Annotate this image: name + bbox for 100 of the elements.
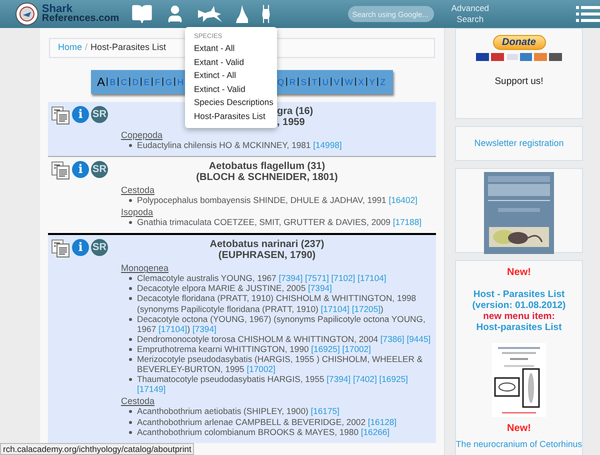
bullet-icon bbox=[129, 420, 132, 424]
parasite-entry: Decacotyle floridana (PRATT, 1910) CHISHOLM & WHITTINGTON, 1998 (synonyms Papilicotyle floridana (PRATT, 1910) [17104] [17205]) bbox=[137, 293, 418, 314]
reference-link[interactable]: [7394] bbox=[326, 374, 351, 384]
reference-link[interactable]: [16266] bbox=[360, 426, 390, 437]
reference-link[interactable]: [7394] bbox=[308, 283, 332, 294]
reference-link[interactable]: [16925] bbox=[311, 344, 340, 354]
group-label: Cestoda bbox=[121, 396, 155, 406]
reference-link[interactable]: [16128] bbox=[368, 416, 397, 426]
parasite-entry: Eudactylina chilensis HO & MCKINNEY, 1981 [14998] bbox=[137, 140, 342, 150]
reference-link[interactable]: [7102] bbox=[331, 273, 356, 284]
reference-link[interactable]: [7394] bbox=[278, 273, 303, 284]
alphabet-link[interactable]: E bbox=[142, 72, 152, 92]
host-authority: (EUPHRASEN, 1790) bbox=[218, 250, 316, 262]
alphabet-link[interactable]: T bbox=[310, 72, 319, 92]
bullet-icon bbox=[129, 378, 132, 382]
reference-link[interactable]: [17104] bbox=[158, 324, 188, 334]
group-label: Copepoda bbox=[121, 130, 163, 140]
bullet-icon bbox=[129, 144, 132, 147]
book-icon[interactable] bbox=[131, 3, 154, 25]
alphabet-link[interactable]: H bbox=[176, 72, 186, 92]
bullet-icon bbox=[129, 221, 132, 224]
payment-cards-icon bbox=[476, 53, 562, 61]
menu-item[interactable]: Extinct - Valid bbox=[185, 82, 277, 96]
news-link[interactable]: The neurocranium of Cetorhinus bbox=[456, 439, 582, 449]
menu-icon[interactable] bbox=[576, 6, 600, 22]
reference-link[interactable]: [17149] bbox=[137, 384, 166, 394]
tooth-icon[interactable] bbox=[235, 4, 250, 24]
separator-text: | bbox=[106, 75, 108, 88]
menu-item[interactable]: Extant - Valid bbox=[185, 56, 277, 69]
separator-text: | bbox=[117, 75, 120, 88]
alphabet-link[interactable]: U bbox=[320, 72, 330, 92]
advanced-search-link[interactable]: Advanced Search bbox=[450, 3, 490, 25]
reference-link[interactable]: [16175] bbox=[310, 406, 340, 416]
separator-text: | bbox=[376, 75, 379, 88]
sr-button[interactable]: SR bbox=[91, 239, 108, 256]
menu-item[interactable]: Extant - All bbox=[185, 42, 277, 56]
separator-text: | bbox=[330, 75, 332, 88]
alphabet-link[interactable]: C bbox=[119, 72, 129, 92]
alphabet-link[interactable]: F bbox=[153, 72, 162, 92]
group-label: Cestoda bbox=[121, 185, 155, 196]
status-tooltip: rch.calacademy.org/ichthyology/catalog/aboutprint bbox=[0, 443, 194, 455]
alphabet-link[interactable]: R bbox=[288, 72, 297, 92]
news-link[interactable]: Host - Parasites List (version: 01.08.2012) bbox=[456, 289, 582, 311]
site-logo[interactable]: Shark References.com bbox=[42, 4, 120, 24]
breadcrumb-separator: / bbox=[85, 41, 88, 54]
separator-text: | bbox=[296, 75, 300, 88]
bullet-icon bbox=[129, 410, 132, 414]
reference-link[interactable]: [7402] bbox=[352, 374, 377, 384]
alphabet-link[interactable]: S bbox=[299, 72, 308, 92]
bullet-icon bbox=[129, 297, 132, 300]
menu-item[interactable]: Host-Parasites List bbox=[185, 110, 277, 123]
document-icon[interactable] bbox=[51, 161, 70, 180]
sr-button[interactable]: SR bbox=[91, 106, 108, 123]
alphabet-link[interactable]: V bbox=[332, 72, 342, 92]
donate-button[interactable]: Donate bbox=[492, 35, 546, 50]
shark-icon[interactable] bbox=[197, 5, 224, 23]
parasite-entry: Polypocephalus bombayensis SHINDE, DHULE & JADHAV, 1991 [16402] bbox=[137, 195, 418, 206]
host-name: gra (16) bbox=[277, 106, 314, 117]
group-label: Monogenea bbox=[121, 263, 169, 274]
bullet-icon bbox=[129, 277, 132, 280]
info-button[interactable]: i bbox=[72, 161, 89, 178]
alphabet-link[interactable]: W bbox=[343, 72, 354, 92]
reference-link[interactable]: [7571] bbox=[305, 273, 329, 284]
reference-link[interactable]: [7386] bbox=[380, 334, 404, 344]
new-label: New! bbox=[507, 267, 531, 279]
separator-text: | bbox=[286, 75, 288, 88]
reference-link[interactable]: [16925] bbox=[379, 374, 408, 384]
reference-link[interactable]: [17104] bbox=[320, 304, 350, 314]
reference-link[interactable]: [17002] bbox=[342, 344, 371, 354]
reference-link[interactable]: [9445] bbox=[406, 334, 431, 344]
reference-link[interactable]: [16402] bbox=[388, 195, 418, 206]
reference-link[interactable]: [14998] bbox=[313, 140, 342, 150]
reference-link[interactable]: [17002] bbox=[246, 364, 276, 374]
info-button[interactable]: i bbox=[72, 106, 89, 123]
alphabet-link[interactable]: D bbox=[130, 72, 140, 92]
seal-logo-icon[interactable] bbox=[15, 2, 39, 26]
alphabet-link[interactable]: Q bbox=[276, 72, 286, 92]
alphabet-link[interactable]: Z bbox=[378, 72, 387, 92]
alphabet-letter[interactable]: A bbox=[97, 72, 106, 92]
document-icon[interactable] bbox=[51, 106, 70, 125]
reference-link[interactable]: [17205] bbox=[352, 304, 380, 314]
alphabet-link[interactable]: G bbox=[164, 72, 174, 92]
document-icon[interactable] bbox=[51, 239, 70, 258]
menu-item[interactable]: Species Descriptions bbox=[185, 96, 277, 110]
separator-text: | bbox=[174, 75, 176, 88]
breadcrumb-link[interactable]: Home bbox=[58, 41, 82, 55]
bone-icon[interactable] bbox=[261, 4, 272, 24]
alphabet-link[interactable]: X bbox=[356, 72, 366, 92]
parasite-entry: Thaumatocotyle pseudodasybatis HARGIS, 1955 [7394] [7402] [16925] [17149] bbox=[137, 374, 409, 394]
newsletter-link[interactable]: Newsletter registration bbox=[474, 136, 564, 150]
alphabet-link[interactable]: Y bbox=[368, 72, 376, 92]
reference-link[interactable]: [17104] bbox=[358, 273, 386, 284]
info-button[interactable]: i bbox=[72, 239, 89, 256]
menu-item[interactable]: Extinct - All bbox=[185, 69, 277, 82]
reference-link[interactable]: [7394] bbox=[192, 324, 216, 334]
news-link[interactable]: Host-parasites List bbox=[476, 322, 562, 333]
reference-link[interactable]: [17188] bbox=[392, 217, 422, 228]
alphabet-link[interactable]: B bbox=[108, 72, 118, 92]
sr-button[interactable]: SR bbox=[91, 161, 108, 178]
parasite-entry: Acanthobothrium arlenae CAMPBELL & BEVERIDGE, 2002 [16128] bbox=[137, 416, 397, 427]
